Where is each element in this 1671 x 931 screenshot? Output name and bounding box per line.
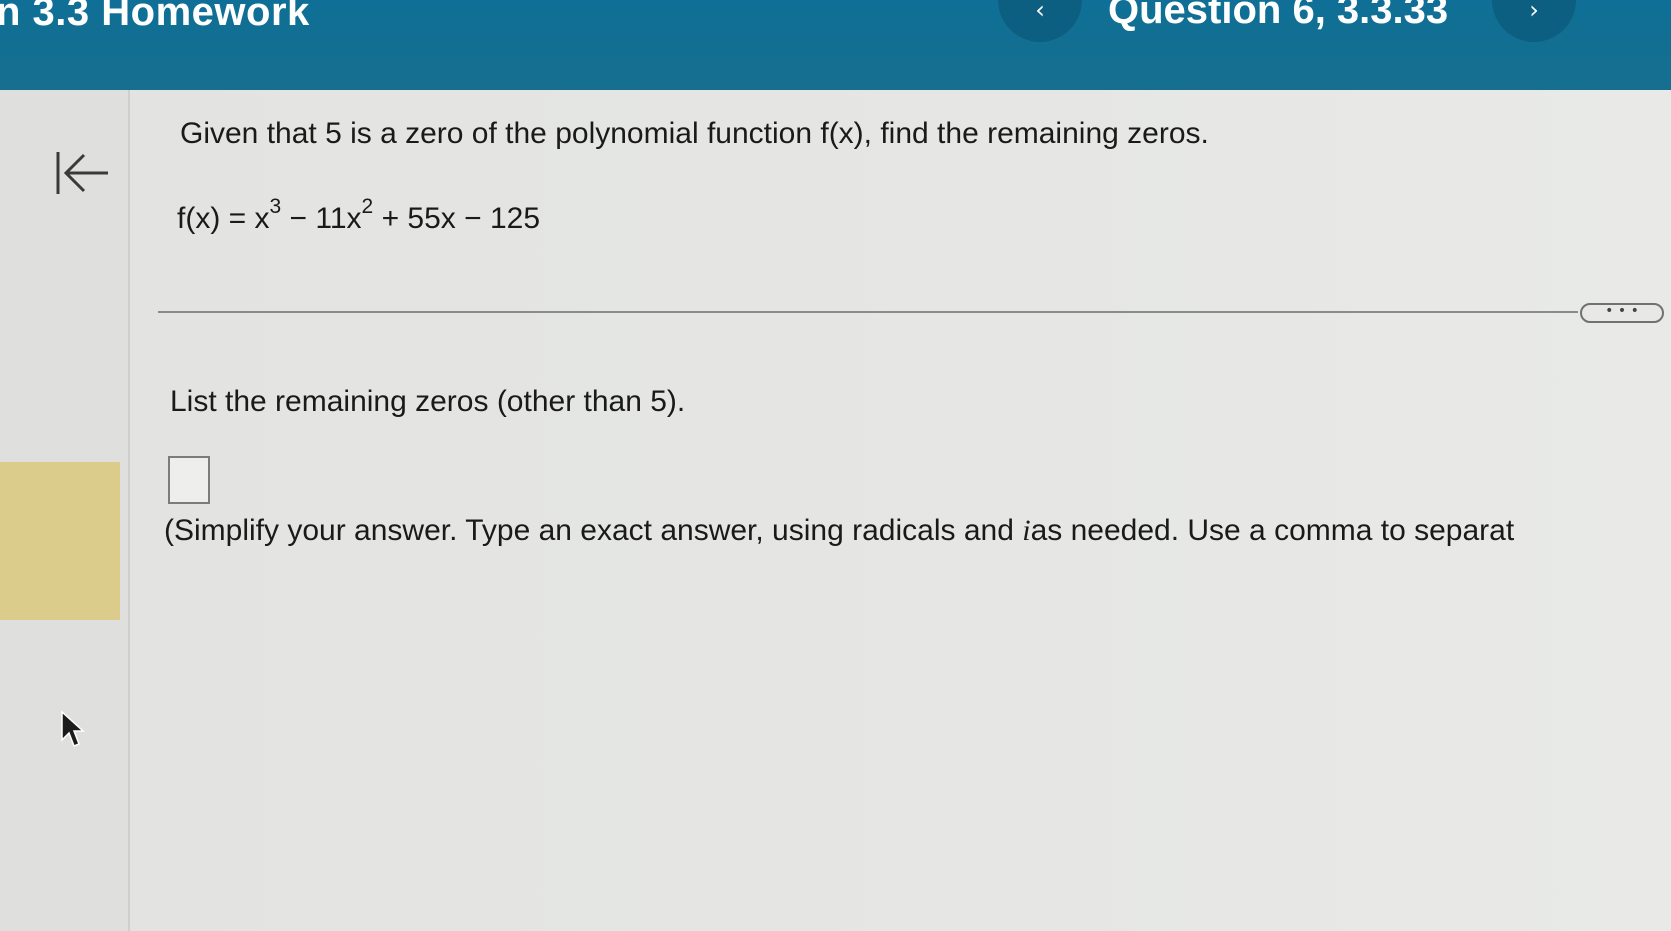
equation-exponent-3: 3 xyxy=(269,195,282,218)
chevron-left-icon: ‹ xyxy=(1035,0,1045,24)
previous-question-button[interactable]: ‹ xyxy=(998,0,1082,42)
answer-input[interactable] xyxy=(168,456,210,504)
question-label: Question 6, 3.3.33 xyxy=(1108,0,1449,32)
assignment-title: n 3.3 Homework xyxy=(0,0,310,34)
collapse-left-icon[interactable] xyxy=(50,142,112,204)
top-bar: n 3.3 Homework ‹ Question 6, 3.3.33 › xyxy=(0,0,1671,90)
hint-text-start: (Simplify your answer. Type an exact ans… xyxy=(164,514,1023,547)
chevron-right-icon: › xyxy=(1529,0,1539,24)
equation-exponent-2: 2 xyxy=(361,195,374,218)
hint-imaginary-unit: i xyxy=(1022,514,1031,547)
hint-text-end: as needed. Use a comma to separat xyxy=(1030,514,1515,547)
section-divider xyxy=(158,311,1578,313)
question-prompt: Given that 5 is a zero of the polynomial… xyxy=(180,117,1209,150)
equation-middle: − 11x xyxy=(281,202,362,235)
mouse-pointer-icon xyxy=(61,710,85,747)
answer-hint: (Simplify your answer. Type an exact ans… xyxy=(164,514,1514,548)
equation-lhs: f(x) = x xyxy=(177,202,270,235)
more-options-button[interactable]: • • • xyxy=(1580,303,1664,323)
equation-tail: + 55x − 125 xyxy=(373,202,541,235)
polynomial-equation: f(x) = x3 − 11x2 + 55x − 125 xyxy=(177,195,541,236)
answer-instruction: List the remaining zeros (other than 5). xyxy=(170,385,686,418)
next-question-button[interactable]: › xyxy=(1492,0,1576,42)
sidebar-highlight xyxy=(0,462,120,620)
